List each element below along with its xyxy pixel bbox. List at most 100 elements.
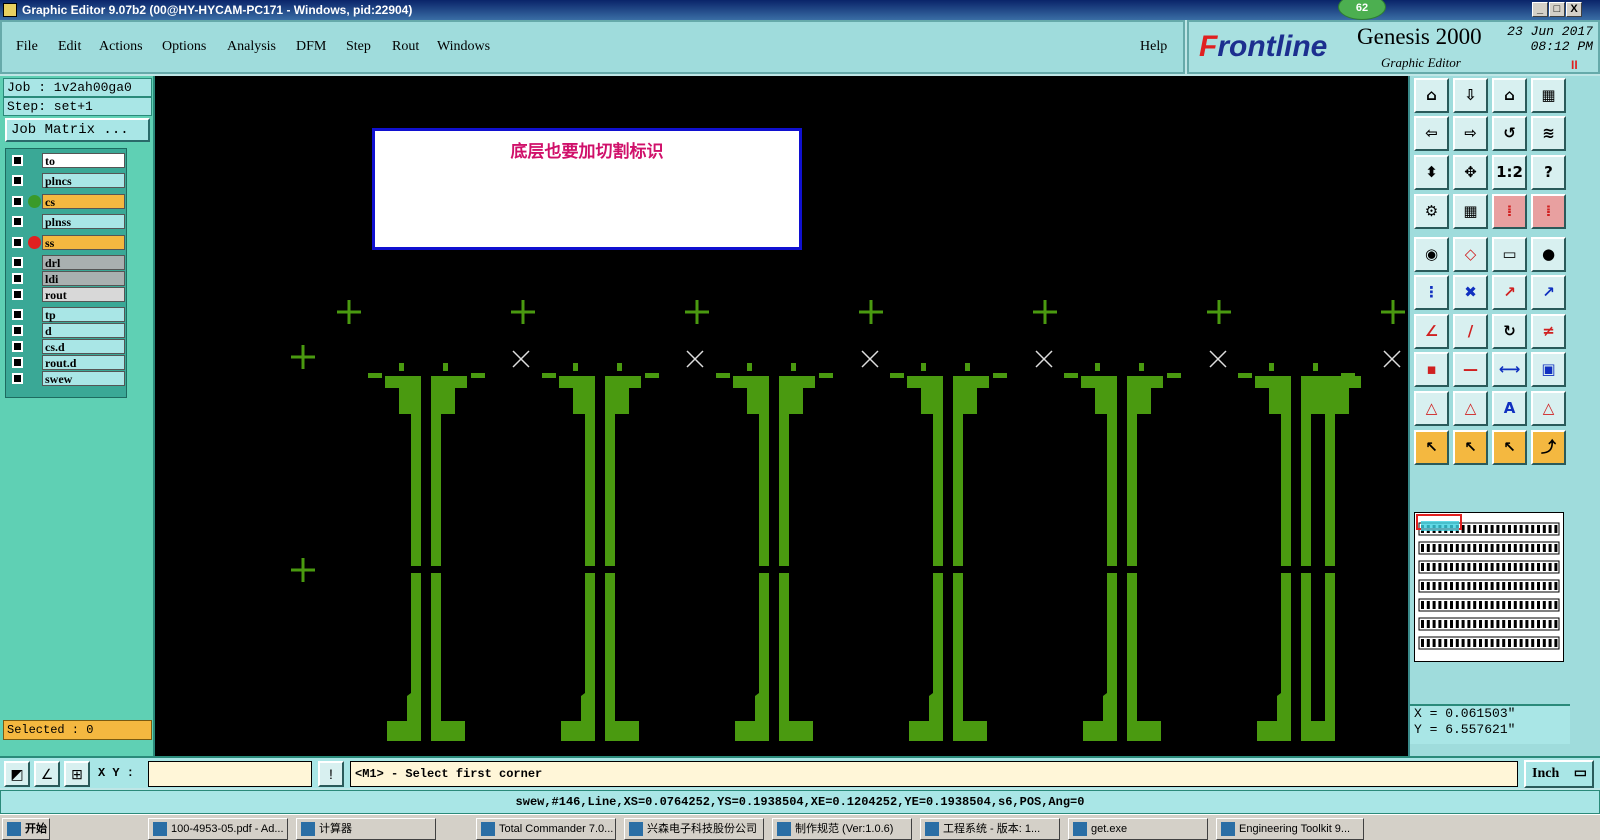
- menu-file[interactable]: File: [16, 39, 38, 55]
- tool-button-6-icon[interactable]: ⇨: [1453, 116, 1488, 151]
- tool-button-11-icon[interactable]: 1:2: [1492, 155, 1527, 190]
- tool-button-18-icon[interactable]: ◇: [1453, 237, 1488, 272]
- layer-checkbox[interactable]: [12, 289, 23, 300]
- tool-button-37-icon[interactable]: ↖: [1414, 430, 1449, 465]
- tool-button-14-icon[interactable]: ▦: [1453, 194, 1488, 229]
- layer-checkbox[interactable]: [12, 237, 23, 248]
- menu-actions[interactable]: Actions: [99, 39, 143, 55]
- tool-button-12-icon[interactable]: ?: [1531, 155, 1566, 190]
- tool-button-26-icon[interactable]: /: [1453, 314, 1488, 349]
- tool-button-38-icon[interactable]: ↖: [1453, 430, 1488, 465]
- layer-checkbox[interactable]: [12, 357, 23, 368]
- tool-button-21-icon[interactable]: ⋮: [1414, 275, 1449, 310]
- tool-button-24-icon[interactable]: ↗: [1531, 275, 1566, 310]
- tool-button-9-icon[interactable]: ⬍: [1414, 155, 1449, 190]
- tool-button-13-icon[interactable]: ⚙: [1414, 194, 1449, 229]
- menu-edit[interactable]: Edit: [58, 39, 81, 55]
- tool-button-30-icon[interactable]: —: [1453, 352, 1488, 387]
- layer-checkbox[interactable]: [12, 257, 23, 268]
- tool-button-1-icon[interactable]: ⌂: [1414, 78, 1449, 113]
- tool-button-10-icon[interactable]: ✥: [1453, 155, 1488, 190]
- annotation-box[interactable]: 底层也要加切割标识: [372, 128, 802, 250]
- pad-tab: [1064, 373, 1078, 378]
- tool-button-40-icon[interactable]: ⤴: [1531, 430, 1566, 465]
- layer-row-plnss[interactable]: plnss: [9, 214, 125, 229]
- layer-checkbox[interactable]: [12, 373, 23, 384]
- zoom-area-icon[interactable]: ◩: [4, 761, 30, 787]
- menu-dfm[interactable]: DFM: [296, 39, 326, 55]
- task-calculator[interactable]: 计算器: [296, 818, 436, 840]
- layer-checkbox[interactable]: [12, 175, 23, 186]
- tool-button-3-icon[interactable]: ⌂: [1492, 78, 1527, 113]
- layer-row-d[interactable]: d: [9, 323, 125, 338]
- tool-button-17-icon[interactable]: ◉: [1414, 237, 1449, 272]
- tool-button-2-icon[interactable]: ⇩: [1453, 78, 1488, 113]
- grid-snap-icon[interactable]: ⊞: [64, 761, 90, 787]
- layer-row-tp[interactable]: tp: [9, 307, 125, 322]
- task-get-exe[interactable]: get.exe: [1068, 818, 1208, 840]
- tool-button-22-icon[interactable]: ✖: [1453, 275, 1488, 310]
- tool-button-31-icon[interactable]: ⟷: [1492, 352, 1527, 387]
- graphic-canvas[interactable]: 底层也要加切割标识: [155, 76, 1408, 756]
- layer-checkbox[interactable]: [12, 309, 23, 320]
- job-matrix-button[interactable]: Job Matrix ...: [5, 118, 150, 142]
- menu-windows[interactable]: Windows: [437, 39, 490, 55]
- layer-checkbox[interactable]: [12, 216, 23, 227]
- start-button[interactable]: 开始: [2, 818, 50, 840]
- menu-analysis[interactable]: Analysis: [227, 39, 276, 55]
- close-button[interactable]: X: [1566, 2, 1582, 17]
- task-total-commander[interactable]: Total Commander 7.0...: [476, 818, 616, 840]
- layer-checkbox[interactable]: [12, 273, 23, 284]
- tool-button-25-icon[interactable]: ∠: [1414, 314, 1449, 349]
- tool-button-7-icon[interactable]: ↺: [1492, 116, 1527, 151]
- task-eng-system[interactable]: 工程系统 - 版本: 1...: [920, 818, 1060, 840]
- tool-button-29-icon[interactable]: ▪: [1414, 352, 1449, 387]
- tool-button-4-icon[interactable]: ▦: [1531, 78, 1566, 113]
- layer-checkbox[interactable]: [12, 196, 23, 207]
- menu-options[interactable]: Options: [162, 39, 206, 55]
- tool-button-34-icon[interactable]: △: [1453, 391, 1488, 426]
- measure-icon[interactable]: ∠: [34, 761, 60, 787]
- maximize-button[interactable]: □: [1549, 2, 1565, 17]
- layer-checkbox[interactable]: [12, 325, 23, 336]
- layer-checkbox[interactable]: [12, 341, 23, 352]
- tool-button-5-icon[interactable]: ⇦: [1414, 116, 1449, 151]
- task-spec[interactable]: 制作规范 (Ver:1.0.6): [772, 818, 912, 840]
- layer-row-rout[interactable]: rout: [9, 287, 125, 302]
- task-engineering-toolkit[interactable]: Engineering Toolkit 9...: [1216, 818, 1364, 840]
- layer-row-plncs[interactable]: plncs: [9, 173, 125, 188]
- layer-row-drl[interactable]: drl: [9, 255, 125, 270]
- tool-button-39-icon[interactable]: ↖: [1492, 430, 1527, 465]
- tool-button-15-icon[interactable]: ⁞: [1492, 194, 1527, 229]
- layer-row-swew[interactable]: swew: [9, 371, 125, 386]
- layer-row-to[interactable]: to: [9, 153, 125, 168]
- menu-step[interactable]: Step: [346, 39, 371, 55]
- layer-row-cs[interactable]: cs: [9, 194, 125, 209]
- layer-row-cs-d[interactable]: cs.d: [9, 339, 125, 354]
- layer-checkbox[interactable]: [12, 155, 23, 166]
- exclamation-icon[interactable]: !: [318, 761, 344, 787]
- overview-minimap[interactable]: [1414, 512, 1564, 662]
- xy-input[interactable]: [148, 761, 312, 787]
- tool-button-27-icon[interactable]: ↻: [1492, 314, 1527, 349]
- tool-button-8-icon[interactable]: ≋: [1531, 116, 1566, 151]
- pause-icon[interactable]: II: [1571, 58, 1578, 72]
- tool-button-23-icon[interactable]: ↗: [1492, 275, 1527, 310]
- tool-button-19-icon[interactable]: ▭: [1492, 237, 1527, 272]
- layer-row-ss[interactable]: ss: [9, 235, 125, 250]
- menu-help[interactable]: Help: [1140, 39, 1167, 55]
- tool-button-20-icon[interactable]: ●: [1531, 237, 1566, 272]
- tool-button-36-icon[interactable]: △: [1531, 391, 1566, 426]
- unit-selector[interactable]: Inch ▭: [1524, 760, 1594, 788]
- task-pdf[interactable]: 100-4953-05.pdf - Ad...: [148, 818, 288, 840]
- layer-row-ldi[interactable]: ldi: [9, 271, 125, 286]
- task-company[interactable]: 兴森电子科技股份公司: [624, 818, 764, 840]
- minimize-button[interactable]: _: [1532, 2, 1548, 17]
- tool-button-28-icon[interactable]: ≠: [1531, 314, 1566, 349]
- tool-button-33-icon[interactable]: △: [1414, 391, 1449, 426]
- layer-row-rout-d[interactable]: rout.d: [9, 355, 125, 370]
- tool-button-35-icon[interactable]: A: [1492, 391, 1527, 426]
- tool-button-16-icon[interactable]: ⁞: [1531, 194, 1566, 229]
- menu-rout[interactable]: Rout: [392, 39, 419, 55]
- tool-button-32-icon[interactable]: ▣: [1531, 352, 1566, 387]
